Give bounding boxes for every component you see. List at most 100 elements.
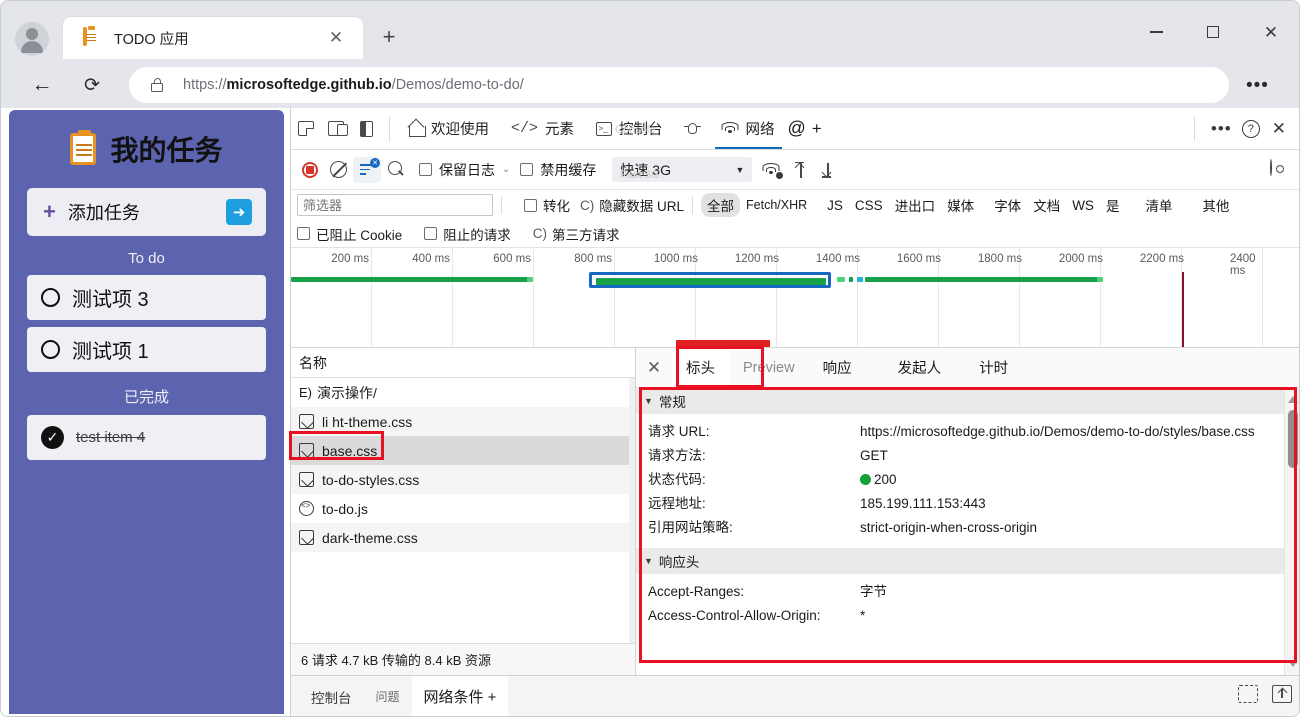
network-settings-button[interactable] xyxy=(1270,160,1290,180)
search-button[interactable] xyxy=(383,157,409,183)
type-filter-wasm[interactable]: 是 xyxy=(1100,193,1126,217)
tab-response[interactable]: 响应 xyxy=(809,348,866,387)
table-row[interactable]: to-do.js xyxy=(291,494,635,523)
chevron-down-icon[interactable]: ▼ xyxy=(735,165,744,175)
chevron-down-icon[interactable]: ▼ xyxy=(644,556,653,566)
section-header-response[interactable]: ▼ 响应头 xyxy=(636,548,1300,574)
clear-button[interactable] xyxy=(325,157,351,183)
dock-side-icon[interactable] xyxy=(351,114,381,144)
tab-debugger[interactable] xyxy=(674,108,711,149)
reload-button[interactable]: ⟳ xyxy=(79,73,105,99)
move-to-top-icon[interactable] xyxy=(1272,685,1292,703)
table-row[interactable]: E) 演示操作/ xyxy=(291,378,635,407)
add-panel-button[interactable]: + xyxy=(812,119,822,139)
checkbox-circle-icon[interactable] xyxy=(41,288,60,307)
network-overview-timeline[interactable]: 200 ms 400 ms 600 ms 800 ms 1000 ms 1200… xyxy=(291,248,1300,348)
stylesheet-icon xyxy=(299,472,314,487)
tab-console[interactable]: 控制台 Console xyxy=(585,108,674,149)
back-button[interactable]: ← xyxy=(29,73,55,99)
window-close-button[interactable]: ✕ xyxy=(1249,15,1293,49)
type-filter-all[interactable]: 全部 xyxy=(701,193,740,217)
list-item[interactable]: 测试项 3 xyxy=(27,275,266,320)
list-item[interactable]: ✓ test item 4 xyxy=(27,415,266,460)
close-detail-button[interactable]: ✕ xyxy=(636,348,672,387)
tab-elements[interactable]: </> 元素 xyxy=(500,108,585,149)
profile-avatar[interactable] xyxy=(15,22,49,56)
type-filter-ws[interactable]: WS xyxy=(1066,196,1100,215)
type-filter-other[interactable]: 其他 xyxy=(1196,193,1235,217)
drawer-tab-console[interactable]: 控制台 xyxy=(299,676,364,717)
tab-timing[interactable]: 计时 xyxy=(965,348,1022,387)
axis-tick: 200 ms xyxy=(331,253,369,265)
filter-input[interactable] xyxy=(297,194,493,216)
window-maximize-button[interactable] xyxy=(1191,15,1235,49)
type-filter-js[interactable]: JS xyxy=(821,196,849,215)
detail-scrollbar[interactable] xyxy=(1284,388,1300,675)
new-tab-button[interactable]: + xyxy=(376,25,402,51)
help-icon[interactable]: ? xyxy=(1242,120,1260,138)
screenshot-icon[interactable] xyxy=(1238,685,1258,703)
drawer-tab-issues[interactable]: 问题 xyxy=(364,676,412,717)
checkbox-icon[interactable] xyxy=(419,163,432,176)
disable-cache-checkbox[interactable]: 禁用缓存 xyxy=(520,160,596,180)
type-filter-font[interactable]: 字体 xyxy=(988,193,1027,217)
import-har-icon[interactable] xyxy=(792,161,809,179)
request-list-scrollbar[interactable] xyxy=(629,378,635,643)
checkbox-icon[interactable] xyxy=(524,199,537,212)
blocked-cookies-checkbox[interactable]: 已阻止 Cookie xyxy=(297,224,402,244)
table-row[interactable]: base.css xyxy=(291,436,635,465)
filter-toggle-button[interactable]: ✕ xyxy=(353,157,381,183)
scrollbar-thumb[interactable] xyxy=(1288,410,1298,468)
type-filter-media[interactable]: 媒体 xyxy=(941,193,980,217)
type-filter-fetchxhr[interactable]: Fetch/XHR xyxy=(740,196,813,214)
table-row[interactable]: dark-theme.css xyxy=(291,523,635,552)
type-filter-img[interactable]: 进出口 xyxy=(889,193,942,217)
column-header-name[interactable]: 名称 xyxy=(291,348,635,378)
hide-data-urls-label[interactable]: 隐藏数据 URL xyxy=(599,195,684,215)
address-bar[interactable]: https://microsoftedge.github.io/Demos/de… xyxy=(129,67,1229,103)
tab-welcome[interactable]: 欢迎使用 xyxy=(398,108,500,149)
check-icon[interactable]: ✓ xyxy=(41,426,64,449)
throttling-select[interactable]: 快速 3G Fast 3G ▼ xyxy=(612,157,752,182)
type-filter-manifest[interactable]: 清单 xyxy=(1139,193,1178,217)
checkbox-icon[interactable] xyxy=(297,227,310,240)
add-task-input[interactable]: + 添加任务 ➜ xyxy=(27,188,266,236)
devtools-more-button[interactable]: ••• xyxy=(1205,119,1238,139)
type-filter-doc[interactable]: 文档 xyxy=(1027,193,1066,217)
blocked-requests-checkbox[interactable]: 阻止的请求 xyxy=(424,224,511,244)
scroll-down-icon[interactable] xyxy=(1288,660,1298,670)
table-row[interactable]: to-do-styles.css xyxy=(291,465,635,494)
type-filter-css[interactable]: CSS xyxy=(849,196,889,215)
detail-key: Access-Control-Allow-Origin: xyxy=(648,606,860,626)
preserve-log-checkbox[interactable]: 保留日志 ⌄ xyxy=(419,160,510,180)
browser-more-button[interactable]: ••• xyxy=(1246,75,1269,97)
tab-preview[interactable]: Preview xyxy=(729,348,809,387)
inspect-element-icon[interactable] xyxy=(291,114,321,144)
record-button[interactable] xyxy=(297,157,323,183)
overview-selection-box[interactable] xyxy=(589,272,831,288)
section-header-general[interactable]: ▼ 常规 xyxy=(636,388,1300,414)
tab-initiator[interactable]: 发起人 xyxy=(884,348,956,387)
network-conditions-icon[interactable] xyxy=(762,162,782,178)
at-symbol-icon[interactable]: @ xyxy=(788,118,806,139)
checkbox-icon[interactable] xyxy=(424,227,437,240)
chevron-down-icon[interactable]: ▼ xyxy=(644,396,653,406)
invert-filter-checkbox[interactable]: 转化 xyxy=(524,195,570,215)
chevron-down-icon[interactable]: ⌄ xyxy=(502,164,510,175)
drawer-tab-network-conditions[interactable]: 网络条件 + xyxy=(412,676,509,717)
devtools-close-button[interactable]: ✕ xyxy=(1264,119,1294,139)
checkbox-icon[interactable] xyxy=(520,163,533,176)
add-task-submit-button[interactable]: ➜ xyxy=(226,199,252,225)
list-item[interactable]: 测试项 1 xyxy=(27,327,266,372)
device-toolbar-icon[interactable] xyxy=(321,114,351,144)
tab-network[interactable]: 网络 xyxy=(711,108,786,149)
browser-tab-todo[interactable]: TODO 应用 ✕ xyxy=(63,17,363,59)
scroll-up-icon[interactable] xyxy=(1288,393,1298,403)
window-minimize-button[interactable] xyxy=(1134,15,1178,49)
table-row[interactable]: li ht-theme.css xyxy=(291,407,635,436)
tab-headers[interactable]: 标头 xyxy=(672,348,729,387)
third-party-label[interactable]: 第三方请求 xyxy=(552,224,620,244)
checkbox-circle-icon[interactable] xyxy=(41,340,60,359)
close-icon[interactable]: ✕ xyxy=(327,29,345,47)
export-har-icon[interactable] xyxy=(819,161,836,179)
